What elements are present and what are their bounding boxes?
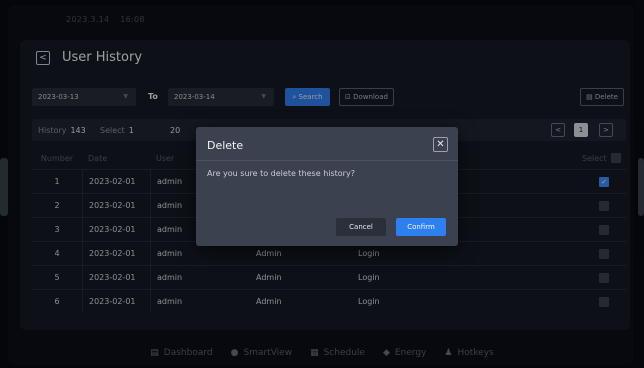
cancel-button[interactable]: Cancel bbox=[336, 218, 386, 236]
close-button[interactable]: ✕ bbox=[433, 137, 448, 152]
confirm-button[interactable]: Confirm bbox=[396, 218, 446, 236]
dialog-message: Are you sure to delete these history? bbox=[207, 169, 355, 178]
delete-dialog: Delete ✕ Are you sure to delete these hi… bbox=[196, 127, 458, 246]
dialog-title: Delete bbox=[207, 139, 244, 152]
dialog-divider bbox=[196, 160, 458, 161]
close-icon: ✕ bbox=[436, 139, 445, 150]
